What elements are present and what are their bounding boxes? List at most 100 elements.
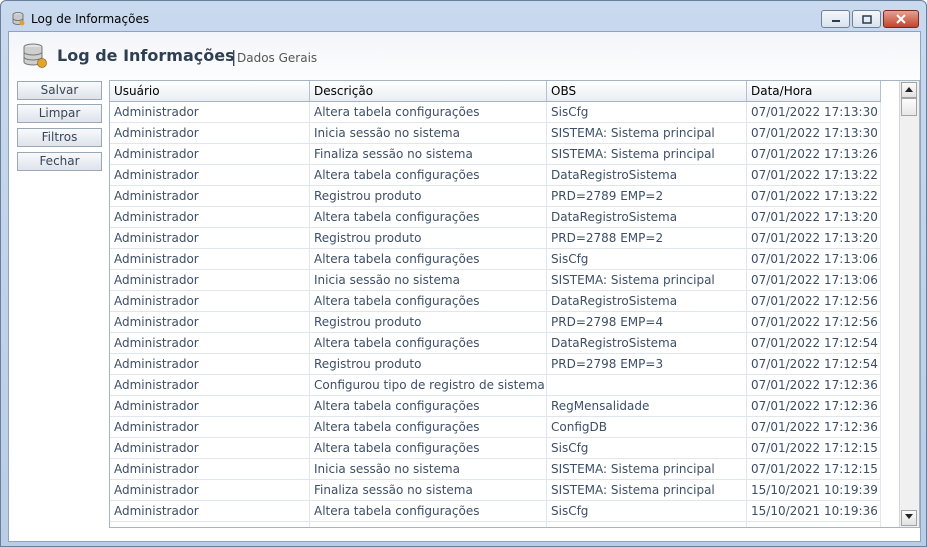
cell-descricao: Configurou tipo de registro de sistema	[310, 375, 547, 395]
cell-usuario: Administrador	[110, 396, 310, 416]
scroll-thumb[interactable]	[901, 98, 917, 116]
table-row[interactable]: Administrador Altera tabela configurações…	[110, 333, 881, 354]
minimize-icon	[831, 20, 840, 22]
arrow-up-icon	[905, 87, 913, 92]
cell-usuario: Administrador	[110, 312, 310, 332]
cell-descricao: Altera tabela configurações	[310, 333, 547, 353]
table-row[interactable]: Administrador Altera tabela configurações…	[110, 165, 881, 186]
cell-descricao: Altera tabela configurações	[310, 417, 547, 437]
cell-usuario: Administrador	[110, 480, 310, 500]
cell-data-hora: 15/10/2021 10:19:39	[747, 480, 881, 500]
scroll-down-button[interactable]	[901, 510, 917, 526]
cell-usuario: Administrador	[110, 333, 310, 353]
page-subtitle: Dados Gerais	[237, 51, 318, 65]
cell-data-hora: 07/01/2022 17:12:36	[747, 417, 881, 437]
maximize-button[interactable]	[852, 10, 881, 28]
table-row[interactable]: Administrador Finaliza sessão no sistema S…	[110, 480, 881, 501]
cell-descricao: Inicia sessão no sistema	[310, 270, 547, 290]
cell-usuario: Administrador	[110, 291, 310, 311]
cell-usuario: Administrador	[110, 249, 310, 269]
cell-usuario: Administrador	[110, 207, 310, 227]
cell-descricao: Inicia sessão no sistema	[310, 123, 547, 143]
cell-data-hora: 07/01/2022 17:13:22	[747, 165, 881, 185]
cell-usuario: Administrador	[110, 144, 310, 164]
clear-button[interactable]: Limpar	[17, 104, 102, 123]
cell-obs: SisCfg	[547, 501, 747, 521]
table-row[interactable]: Administrador Configurou tipo de registro…	[110, 375, 881, 396]
cell-usuario: Administrador	[110, 438, 310, 458]
cell-usuario: Administrador	[110, 186, 310, 206]
cell-data-hora: 07/01/2022 17:13:20	[747, 228, 881, 248]
cell-descricao: Registrou produto	[310, 354, 547, 374]
cell-data-hora: 07/01/2022 17:12:36	[747, 375, 881, 395]
table-row[interactable]: Administrador Altera tabela configurações…	[110, 438, 881, 459]
cell-data-hora: 07/01/2022 17:13:20	[747, 207, 881, 227]
close-form-button[interactable]: Fechar	[17, 152, 102, 171]
table-row[interactable]: Administrador Finaliza sessão no sistema S…	[110, 144, 881, 165]
table-row[interactable]: Administrador Altera tabela configurações…	[110, 102, 881, 123]
cell-obs: DataRegistroSistema	[547, 207, 747, 227]
cell-usuario: Administrador	[110, 417, 310, 437]
table-row[interactable]: Administrador Altera tabela configurações…	[110, 396, 881, 417]
cell-usuario: Administrador	[110, 102, 310, 122]
table-row[interactable]: Administrador Altera tabela configurações…	[110, 249, 881, 270]
cell-obs: SISTEMA: Sistema principal	[547, 144, 747, 164]
title-bar[interactable]: Log de Informações	[1, 1, 926, 35]
minimize-button[interactable]	[821, 10, 850, 28]
table-row[interactable]: Administrador Altera tabela configurações…	[110, 501, 881, 522]
cell-descricao: Registrou produto	[310, 312, 547, 332]
table-header: Usuário Descrição OBS Data/Hora	[110, 81, 881, 102]
save-button[interactable]: Salvar	[17, 81, 102, 100]
cell-descricao: Inicia sessão no sistema	[310, 459, 547, 479]
cell-empty	[110, 522, 310, 527]
table-row[interactable]: Administrador Registrou produto PRD=2798 E…	[110, 312, 881, 333]
table-row[interactable]: Administrador Inicia sessão no sistema SIS…	[110, 270, 881, 291]
table-row[interactable]: Administrador Registrou produto PRD=2789 E…	[110, 186, 881, 207]
cell-descricao: Altera tabela configurações	[310, 438, 547, 458]
cell-descricao: Registrou produto	[310, 228, 547, 248]
column-header-data-hora[interactable]: Data/Hora	[747, 81, 881, 101]
column-header-descricao[interactable]: Descrição	[310, 81, 547, 101]
table-row[interactable]: Administrador Inicia sessão no sistema SIS…	[110, 123, 881, 144]
cell-usuario: Administrador	[110, 165, 310, 185]
close-icon	[896, 14, 906, 24]
cell-data-hora: 07/01/2022 17:13:06	[747, 249, 881, 269]
column-header-obs[interactable]: OBS	[547, 81, 747, 101]
cell-obs: PRD=2789 EMP=2	[547, 186, 747, 206]
table-row[interactable]: Administrador Registrou produto PRD=2788 E…	[110, 228, 881, 249]
main-window: Log de Informações Log de Informações | …	[0, 0, 927, 547]
cell-obs: PRD=2798 EMP=3	[547, 354, 747, 374]
cell-data-hora: 07/01/2022 17:12:15	[747, 438, 881, 458]
cell-descricao: Altera tabela configurações	[310, 102, 547, 122]
table-row[interactable]: Administrador Registrou produto PRD=2798 E…	[110, 354, 881, 375]
table-row[interactable]: Administrador Altera tabela configurações…	[110, 417, 881, 438]
vertical-scrollbar[interactable]	[899, 81, 919, 527]
cell-data-hora: 07/01/2022 17:13:30	[747, 123, 881, 143]
cell-descricao: Registrou produto	[310, 186, 547, 206]
cell-data-hora: 15/10/2021 10:19:36	[747, 501, 881, 521]
cell-data-hora: 07/01/2022 17:12:36	[747, 396, 881, 416]
cell-obs	[547, 375, 747, 395]
cell-usuario: Administrador	[110, 459, 310, 479]
cell-data-hora: 07/01/2022 17:12:54	[747, 354, 881, 374]
cell-usuario: Administrador	[110, 354, 310, 374]
cell-obs: PRD=2788 EMP=2	[547, 228, 747, 248]
title-separator: |	[231, 47, 237, 66]
log-table[interactable]: Usuário Descrição OBS Data/Hora Administ…	[109, 80, 920, 528]
cell-data-hora: 07/01/2022 17:13:26	[747, 144, 881, 164]
cell-obs: RegMensalidade	[547, 396, 747, 416]
cell-empty	[310, 522, 547, 527]
cell-data-hora: 07/01/2022 17:12:56	[747, 291, 881, 311]
cell-data-hora: 07/01/2022 17:13:06	[747, 270, 881, 290]
cell-obs: DataRegistroSistema	[547, 291, 747, 311]
table-row[interactable]	[110, 522, 881, 527]
table-row[interactable]: Administrador Altera tabela configurações…	[110, 291, 881, 312]
close-button[interactable]	[883, 10, 919, 28]
scroll-up-button[interactable]	[901, 82, 917, 98]
database-icon	[12, 12, 25, 26]
cell-usuario: Administrador	[110, 501, 310, 521]
table-row[interactable]: Administrador Altera tabela configurações…	[110, 207, 881, 228]
column-header-usuario[interactable]: Usuário	[110, 81, 310, 101]
table-row[interactable]: Administrador Inicia sessão no sistema SIS…	[110, 459, 881, 480]
filters-button[interactable]: Filtros	[17, 128, 102, 147]
